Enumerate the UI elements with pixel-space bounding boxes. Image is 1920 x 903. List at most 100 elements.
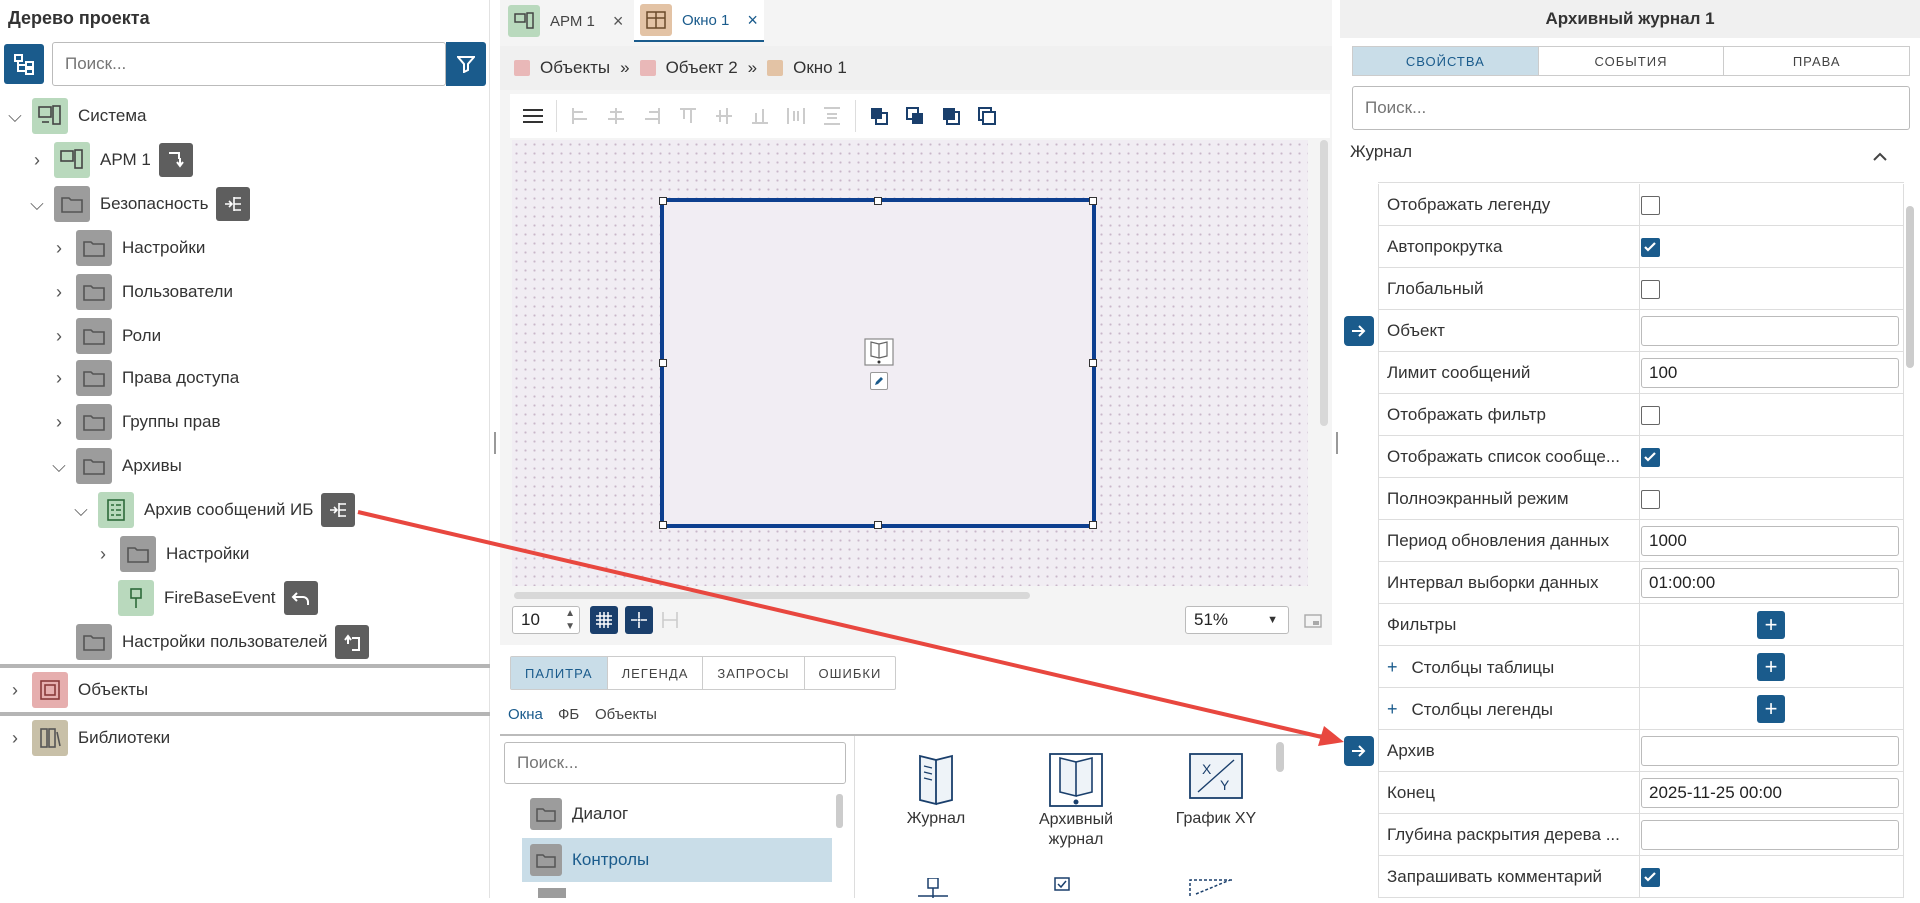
tree-item-user-settings[interactable]: Настройки пользователей: [48, 622, 370, 662]
align-top-icon[interactable]: [675, 103, 701, 129]
align-middle-icon[interactable]: [711, 103, 737, 129]
property-checkbox[interactable]: [1641, 280, 1660, 299]
zoom-select[interactable]: 51% ▼: [1185, 606, 1289, 634]
bring-front-icon[interactable]: [866, 103, 892, 129]
chevron-right-icon[interactable]: ›: [4, 679, 26, 701]
snap-toggle-button[interactable]: [625, 606, 653, 634]
tree-item-libraries[interactable]: › Библиотеки: [4, 718, 170, 758]
resize-handle[interactable]: [1089, 197, 1097, 205]
grid-step-input[interactable]: 10 ▲ ▼: [512, 606, 580, 634]
align-right-icon[interactable]: [639, 103, 665, 129]
expand-icon[interactable]: +: [1387, 657, 1398, 677]
grid-toggle-button[interactable]: [590, 606, 618, 634]
chevron-down-icon[interactable]: ⌵: [26, 193, 48, 215]
property-checkbox[interactable]: [1641, 196, 1660, 215]
add-button[interactable]: +: [1757, 611, 1785, 639]
tree-item-access-rights[interactable]: › Права доступа: [48, 358, 239, 398]
breadcrumb-item[interactable]: Окно 1: [793, 58, 847, 78]
tree-item-firebaseevent[interactable]: FireBaseEvent: [114, 578, 318, 618]
close-icon[interactable]: ×: [613, 11, 624, 32]
download-badge-icon[interactable]: [158, 143, 193, 177]
tab-events[interactable]: СОБЫТИЯ: [1537, 47, 1724, 75]
property-input[interactable]: 2025-11-25 00:00: [1641, 778, 1899, 808]
palette-item-archive-journal[interactable]: Архивный журнал: [1016, 752, 1136, 850]
tab-window1[interactable]: Окно 1 ×: [634, 0, 764, 42]
align-center-icon[interactable]: [603, 103, 629, 129]
align-bottom-icon[interactable]: [747, 103, 773, 129]
subtab-windows[interactable]: Окна: [508, 706, 543, 723]
tree-item-archives[interactable]: ⌵ Архивы: [48, 446, 182, 486]
properties-scrollbar[interactable]: [1906, 206, 1914, 368]
breadcrumb-item[interactable]: Объект 2: [666, 58, 738, 78]
stepper-icon[interactable]: ▲ ▼: [565, 607, 575, 633]
resize-handle[interactable]: [874, 197, 882, 205]
breadcrumb-item[interactable]: Объекты: [540, 58, 610, 78]
return-badge-icon[interactable]: [283, 581, 318, 615]
resize-handle[interactable]: [1089, 521, 1097, 529]
palette-search-input[interactable]: [504, 742, 846, 784]
close-icon[interactable]: ×: [747, 10, 758, 31]
resize-handle[interactable]: [874, 521, 882, 529]
bring-forward-icon[interactable]: [902, 103, 928, 129]
palette-item-journal[interactable]: Журнал: [876, 752, 996, 828]
tree-item-users[interactable]: › Пользователи: [48, 272, 233, 312]
properties-search-input[interactable]: [1352, 86, 1910, 130]
design-canvas[interactable]: [512, 140, 1308, 586]
category-controls[interactable]: Контролы: [522, 838, 832, 882]
filter-button[interactable]: [446, 42, 486, 86]
tab-legend[interactable]: ЛЕГЕНДА: [608, 657, 704, 689]
chevron-right-icon[interactable]: ›: [48, 411, 70, 433]
splitter-handle[interactable]: [1336, 432, 1338, 454]
property-checkbox[interactable]: [1641, 448, 1660, 467]
property-checkbox[interactable]: [1641, 490, 1660, 509]
tree-item-message-archive[interactable]: ⌵ Архив сообщений ИБ: [70, 490, 356, 530]
chevron-right-icon[interactable]: ›: [92, 543, 114, 565]
align-left-icon[interactable]: [567, 103, 593, 129]
chevron-right-icon[interactable]: ›: [48, 325, 70, 347]
property-input[interactable]: 100: [1641, 358, 1899, 388]
subtab-objects[interactable]: Объекты: [595, 706, 657, 723]
palette-item-chart-xy[interactable]: XY График XY: [1156, 752, 1276, 828]
palette-scrollbar[interactable]: [1276, 742, 1284, 772]
distribute-horizontal-icon[interactable]: [783, 103, 809, 129]
expand-icon[interactable]: +: [1387, 699, 1398, 719]
property-input[interactable]: 1000: [1641, 526, 1899, 556]
property-input[interactable]: 01:00:00: [1641, 568, 1899, 598]
tab-arm1[interactable]: АРМ 1 ×: [508, 0, 632, 42]
chevron-right-icon[interactable]: ›: [48, 281, 70, 303]
chevron-down-icon[interactable]: ⌵: [48, 455, 70, 477]
send-backward-icon[interactable]: [938, 103, 964, 129]
property-checkbox[interactable]: [1641, 406, 1660, 425]
chevron-right-icon[interactable]: ›: [48, 367, 70, 389]
category-dialog[interactable]: Диалог: [530, 794, 830, 834]
property-checkbox[interactable]: [1641, 238, 1660, 257]
menu-icon[interactable]: [520, 103, 546, 129]
tab-errors[interactable]: ОШИБКИ: [805, 657, 896, 689]
property-checkbox[interactable]: [1641, 868, 1660, 887]
tree-item-security[interactable]: ⌵ Безопасность: [26, 184, 251, 224]
property-input[interactable]: [1641, 820, 1899, 850]
guides-icon[interactable]: [660, 610, 680, 635]
add-button[interactable]: +: [1757, 653, 1785, 681]
tab-rights[interactable]: ПРАВА: [1723, 47, 1909, 75]
property-input[interactable]: [1641, 316, 1899, 346]
structure-badge-icon[interactable]: [216, 187, 251, 221]
vertical-scrollbar[interactable]: [1320, 140, 1328, 426]
selected-archive-journal-widget[interactable]: [659, 197, 1097, 529]
resize-handle[interactable]: [1089, 359, 1097, 367]
edit-icon[interactable]: [870, 372, 888, 390]
tree-item-settings[interactable]: › Настройки: [48, 228, 205, 268]
property-input[interactable]: [1641, 736, 1899, 766]
resize-handle[interactable]: [659, 359, 667, 367]
chevron-down-icon[interactable]: ⌵: [4, 105, 26, 127]
tab-palette[interactable]: ПАЛИТРА: [511, 657, 608, 689]
tree-item-roles[interactable]: › Роли: [48, 316, 161, 356]
tree-item-system[interactable]: ⌵ Система: [4, 96, 146, 136]
tree-item-rights-groups[interactable]: › Группы прав: [48, 402, 221, 442]
horizontal-scrollbar[interactable]: [514, 592, 1030, 599]
chevron-down-icon[interactable]: ⌵: [70, 499, 92, 521]
section-journal-title[interactable]: Журнал: [1350, 142, 1412, 162]
tree-item-archive-settings[interactable]: › Настройки: [92, 534, 249, 574]
tree-view-button[interactable]: [4, 44, 44, 84]
link-button[interactable]: [1344, 736, 1374, 766]
